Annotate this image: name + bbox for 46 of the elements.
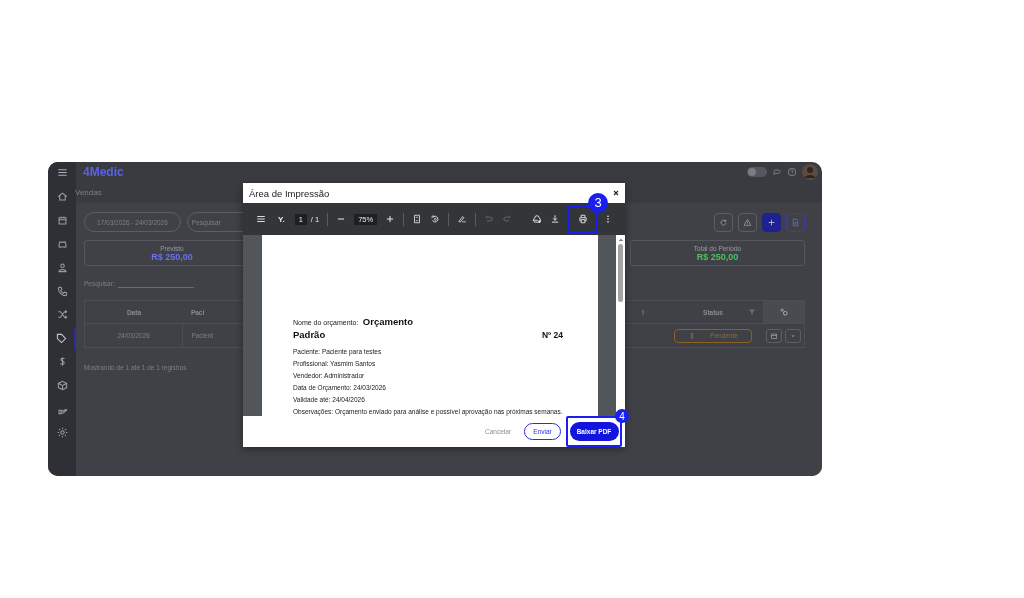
phone-icon (56, 285, 68, 297)
step-badge: 4 (615, 409, 629, 423)
zoom-in-icon[interactable] (385, 214, 396, 224)
download-icon[interactable] (550, 214, 560, 224)
card-value: R$ 250,00 (151, 251, 193, 262)
calendar-icon (770, 331, 778, 340)
refresh-icon (719, 217, 728, 227)
settings-icon (778, 307, 789, 317)
calendar-button[interactable] (766, 328, 782, 343)
warning-icon (743, 217, 752, 227)
tag-icon (55, 332, 67, 344)
plus-icon (767, 217, 776, 227)
refresh-button[interactable] (714, 212, 733, 232)
dollar-icon (688, 331, 697, 340)
home-icon (56, 191, 68, 203)
box-icon (56, 380, 68, 392)
add-button[interactable] (762, 212, 781, 232)
chat-icon[interactable] (772, 167, 782, 177)
document-title: Y. (278, 214, 285, 224)
gear-icon (56, 427, 68, 439)
drive-save-icon[interactable] (532, 214, 542, 224)
close-icon[interactable] (612, 189, 620, 197)
breadcrumb: Vendas (75, 188, 102, 197)
print-icon[interactable] (577, 214, 588, 224)
warning-button[interactable] (738, 212, 757, 232)
document-icon (791, 217, 800, 227)
logo: 4Medic (83, 165, 124, 179)
dialog-title: Área de Impressão (249, 187, 330, 199)
user-icon (56, 262, 68, 274)
fit-page-icon[interactable] (412, 214, 423, 224)
scrollbar-thumb[interactable] (618, 244, 623, 302)
shuffle-icon (56, 309, 68, 321)
menu-icon[interactable] (256, 214, 266, 224)
step-badge: 3 (588, 192, 608, 213)
car-icon (56, 238, 68, 250)
menu-icon[interactable] (56, 167, 68, 178)
draw-icon[interactable] (457, 214, 468, 224)
rotate-icon[interactable] (430, 214, 441, 224)
card-value: R$ 250,00 (696, 251, 739, 262)
calendar-icon (56, 214, 68, 226)
theme-toggle[interactable] (747, 167, 767, 177)
budget-number: Nº 24 (541, 330, 563, 340)
avatar-icon[interactable] (802, 164, 818, 180)
filter-icon[interactable] (748, 308, 756, 316)
help-icon[interactable] (787, 167, 797, 177)
scroll-up-icon[interactable] (617, 237, 624, 242)
